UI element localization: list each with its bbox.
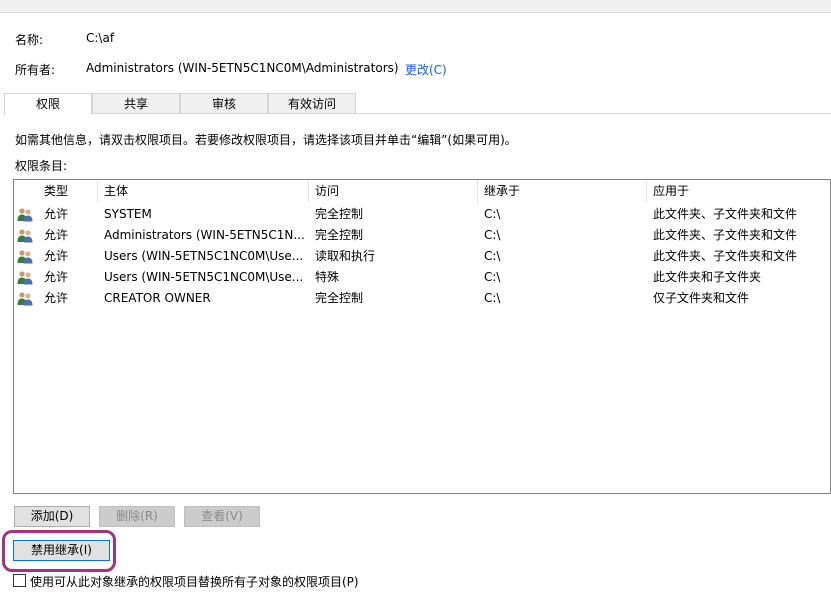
- table-row[interactable]: 允许 CREATOR OWNER 完全控制 C:\ 仅子文件夹和文件: [14, 288, 830, 309]
- cell-inherited: C:\: [484, 207, 501, 221]
- cell-access: 完全控制: [315, 228, 364, 242]
- table-row[interactable]: 允许 Administrators (WIN-5ETN5C1N... 完全控制 C:\…: [14, 225, 830, 246]
- tab-strip: 权限 共享 审核 有效访问: [4, 93, 356, 115]
- owner-label: 所有者:: [15, 63, 56, 77]
- cell-access: 读取和执行: [315, 249, 376, 263]
- cell-access: 特殊: [315, 270, 340, 284]
- tab-sharing[interactable]: 共享: [92, 93, 180, 114]
- name-value: C:\af: [86, 31, 115, 45]
- cell-applies: 此文件夹、子文件夹和文件: [653, 249, 798, 263]
- cell-principal: Users (WIN-5ETN5C1NC0M\Use...: [104, 270, 304, 284]
- list-header: 类型 主体 访问 继承于 应用于: [14, 180, 830, 203]
- replace-child-permissions-label[interactable]: 使用可从此对象继承的权限项目替换所有子对象的权限项目(P): [30, 573, 359, 590]
- table-row[interactable]: 允许 Users (WIN-5ETN5C1NC0M\Use... 读取和执行 C:\ 此…: [14, 246, 830, 267]
- users-icon: [17, 208, 33, 222]
- advanced-security-settings: 名称: C:\af 所有者: Administrators (WIN-5ETN5…: [0, 0, 831, 596]
- users-icon: [17, 271, 33, 285]
- permission-entries-list[interactable]: 类型 主体 访问 继承于 应用于 允许 SYSTEM 完全控制 C:\ 此文件夹、子文件…: [13, 179, 831, 494]
- change-owner-link[interactable]: 更改(C): [405, 61, 447, 78]
- remove-button[interactable]: 删除(R): [99, 506, 175, 527]
- cell-applies: 仅子文件夹和文件: [653, 291, 750, 305]
- highlight-annotation: [2, 530, 116, 572]
- column-principal[interactable]: 主体: [98, 180, 309, 203]
- replace-child-permissions-checkbox[interactable]: [13, 574, 26, 587]
- cell-inherited: C:\: [484, 291, 501, 305]
- cell-access: 完全控制: [315, 291, 364, 305]
- cell-principal: CREATOR OWNER: [104, 291, 211, 305]
- view-button[interactable]: 查看(V): [184, 506, 260, 527]
- tab-effective-access[interactable]: 有效访问: [268, 93, 356, 114]
- cell-inherited: C:\: [484, 270, 501, 284]
- cell-principal: Administrators (WIN-5ETN5C1N...: [104, 228, 305, 242]
- entries-label: 权限条目:: [15, 159, 68, 173]
- name-label: 名称:: [15, 33, 44, 47]
- cell-principal: SYSTEM: [104, 207, 152, 221]
- tab-auditing[interactable]: 审核: [180, 93, 268, 114]
- users-icon: [17, 292, 33, 306]
- cell-inherited: C:\: [484, 249, 501, 263]
- users-icon: [17, 229, 33, 243]
- users-icon: [17, 250, 33, 264]
- tab-permissions[interactable]: 权限: [4, 93, 92, 115]
- cell-applies: 此文件夹、子文件夹和文件: [653, 228, 798, 242]
- column-type[interactable]: 类型: [38, 180, 98, 203]
- info-text: 如需其他信息，请双击权限项目。若要修改权限项目，请选择该项目并单击“编辑”(如果…: [15, 133, 517, 147]
- column-applies-to[interactable]: 应用于: [647, 180, 830, 203]
- column-inherited-from[interactable]: 继承于: [478, 180, 647, 203]
- cell-type: 允许: [44, 291, 69, 305]
- cell-type: 允许: [44, 249, 69, 263]
- window-top-bar: [0, 0, 831, 13]
- table-row[interactable]: 允许 Users (WIN-5ETN5C1NC0M\Use... 特殊 C:\ 此文件夹…: [14, 267, 830, 288]
- cell-applies: 此文件夹和子文件夹: [653, 270, 762, 284]
- owner-value: Administrators (WIN-5ETN5C1NC0M\Administ…: [86, 61, 399, 75]
- cell-type: 允许: [44, 270, 69, 284]
- cell-type: 允许: [44, 228, 69, 242]
- cell-principal: Users (WIN-5ETN5C1NC0M\Use...: [104, 249, 304, 263]
- add-button[interactable]: 添加(D): [14, 506, 90, 527]
- cell-applies: 此文件夹、子文件夹和文件: [653, 207, 798, 221]
- cell-type: 允许: [44, 207, 69, 221]
- tab-divider: [4, 113, 831, 114]
- cell-access: 完全控制: [315, 207, 364, 221]
- table-row[interactable]: 允许 SYSTEM 完全控制 C:\ 此文件夹、子文件夹和文件: [14, 204, 830, 225]
- column-access[interactable]: 访问: [309, 180, 478, 203]
- cell-inherited: C:\: [484, 228, 501, 242]
